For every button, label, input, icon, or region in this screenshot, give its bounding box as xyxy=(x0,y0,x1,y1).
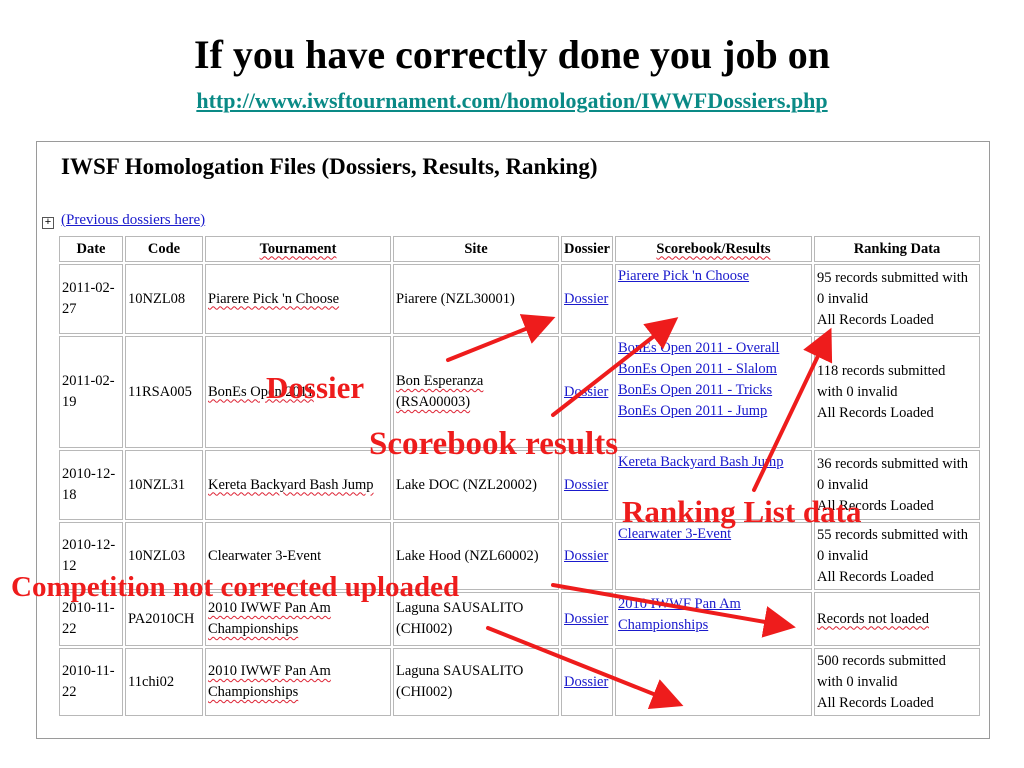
ranking-line: All Records Loaded xyxy=(817,311,934,328)
cell-site: Piarere (NZL30001) xyxy=(393,264,559,334)
cell-tournament: 2010 IWWF Pan Am Championships xyxy=(205,648,391,716)
column-header-site: Site xyxy=(393,236,559,262)
cell-ranking: 55 records submitted with 0 invalid All … xyxy=(814,522,980,590)
dossier-link[interactable]: Dossier xyxy=(564,475,610,496)
column-header-ranking: Ranking Data xyxy=(814,236,980,262)
cell-ranking: 118 records submitted with 0 invalid All… xyxy=(814,336,980,448)
ranking-line: All Records Loaded xyxy=(817,568,934,585)
cell-tournament: Piarere Pick 'n Choose xyxy=(205,264,391,334)
ranking-line: 95 records submitted with xyxy=(817,269,969,286)
dossier-link[interactable]: Dossier xyxy=(564,382,610,403)
dossier-table: Date Code Tournament Site Dossier Scoreb… xyxy=(57,234,982,718)
ranking-line: 36 records submitted with xyxy=(817,455,969,472)
cell-code: 11RSA005 xyxy=(125,336,203,448)
results-link[interactable]: Piarere Pick 'n Choose xyxy=(618,266,809,287)
ranking-line: 0 invalid xyxy=(817,547,869,564)
ranking-line: 0 invalid xyxy=(817,290,869,307)
results-link[interactable]: Kereta Backyard Bash Jump xyxy=(618,452,809,473)
cell-ranking: 500 records submitted with 0 invalid All… xyxy=(814,648,980,716)
cell-dossier: Dossier xyxy=(561,648,613,716)
column-header-date: Date xyxy=(59,236,123,262)
callout-dossier: Dossier xyxy=(266,370,365,405)
callout-ranking-list-data: Ranking List data xyxy=(622,494,862,529)
table-header-row: Date Code Tournament Site Dossier Scoreb… xyxy=(59,236,980,262)
cell-code: 11chi02 xyxy=(125,648,203,716)
cell-results: 2010 IWWF Pan Am Championships xyxy=(615,592,812,646)
ranking-line: with 0 invalid xyxy=(817,673,898,690)
column-header-dossier: Dossier xyxy=(561,236,613,262)
callout-scorebook-results: Scorebook results xyxy=(369,426,619,462)
ranking-line: All Records Loaded xyxy=(817,694,934,711)
tournament-name: 2010 IWWF Pan Am Championships xyxy=(208,663,331,700)
dossier-link[interactable]: Dossier xyxy=(564,609,610,630)
column-header-code: Code xyxy=(125,236,203,262)
dossier-link[interactable]: Dossier xyxy=(564,672,610,693)
cell-tournament: Kereta Backyard Bash Jump xyxy=(205,450,391,520)
cell-dossier: Dossier xyxy=(561,592,613,646)
tournament-name: 2010 IWWF Pan Am Championships xyxy=(208,600,331,637)
results-link[interactable]: BonEs Open 2011 - Slalom xyxy=(618,359,809,380)
cell-date: 2010-11-22 xyxy=(59,648,123,716)
results-link[interactable]: 2010 IWWF Pan Am Championships xyxy=(618,594,809,636)
cell-results xyxy=(615,648,812,716)
slide-url-link[interactable]: http://www.iwsftournament.com/homologati… xyxy=(0,88,1024,114)
cell-results: Clearwater 3-Event xyxy=(615,522,812,590)
ranking-line: with 0 invalid xyxy=(817,383,898,400)
site-name: Bon Esperanza (RSA00003) xyxy=(396,373,484,410)
table-row: 2010-11-22 11chi02 2010 IWWF Pan Am Cham… xyxy=(59,648,980,716)
page-heading: IWSF Homologation Files (Dossiers, Resul… xyxy=(61,154,598,179)
cell-site: Laguna SAUSALITO (CHI002) xyxy=(393,648,559,716)
cell-dossier: Dossier xyxy=(561,264,613,334)
ranking-line: 500 records submitted xyxy=(817,652,946,669)
previous-dossiers-link[interactable]: (Previous dossiers here) xyxy=(61,212,205,229)
slide-title: If you have correctly done you job on xyxy=(194,32,830,77)
cell-code: 10NZL31 xyxy=(125,450,203,520)
ranking-line: Records not loaded xyxy=(817,610,929,627)
dossier-link[interactable]: Dossier xyxy=(564,546,610,567)
ranking-line: 118 records submitted xyxy=(817,362,946,379)
plus-box-icon[interactable]: + xyxy=(42,217,54,229)
ranking-line: All Records Loaded xyxy=(817,404,934,421)
callout-competition-not-uploaded: Competition not corrected uploaded xyxy=(11,571,460,603)
ranking-line: 0 invalid xyxy=(817,476,869,493)
dossier-link[interactable]: Dossier xyxy=(564,289,610,310)
cell-results: Piarere Pick 'n Choose xyxy=(615,264,812,334)
cell-date: 2011-02-27 xyxy=(59,264,123,334)
cell-results: BonEs Open 2011 - Overall BonEs Open 201… xyxy=(615,336,812,448)
cell-ranking: Records not loaded xyxy=(814,592,980,646)
tournament-name: Piarere Pick 'n Choose xyxy=(208,290,340,307)
cell-date: 2011-02-19 xyxy=(59,336,123,448)
column-header-tournament: Tournament xyxy=(205,236,391,262)
table-row: 2011-02-27 10NZL08 Piarere Pick 'n Choos… xyxy=(59,264,980,334)
results-link[interactable]: BonEs Open 2011 - Tricks xyxy=(618,380,809,401)
column-header-results: Scorebook/Results xyxy=(615,236,812,262)
results-link[interactable]: BonEs Open 2011 - Jump xyxy=(618,401,809,422)
cell-ranking: 95 records submitted with 0 invalid All … xyxy=(814,264,980,334)
cell-date: 2010-12-18 xyxy=(59,450,123,520)
cell-dossier: Dossier xyxy=(561,522,613,590)
tournament-name: Kereta Backyard Bash Jump xyxy=(208,476,374,493)
cell-code: 10NZL08 xyxy=(125,264,203,334)
results-link[interactable]: BonEs Open 2011 - Overall xyxy=(618,338,809,359)
